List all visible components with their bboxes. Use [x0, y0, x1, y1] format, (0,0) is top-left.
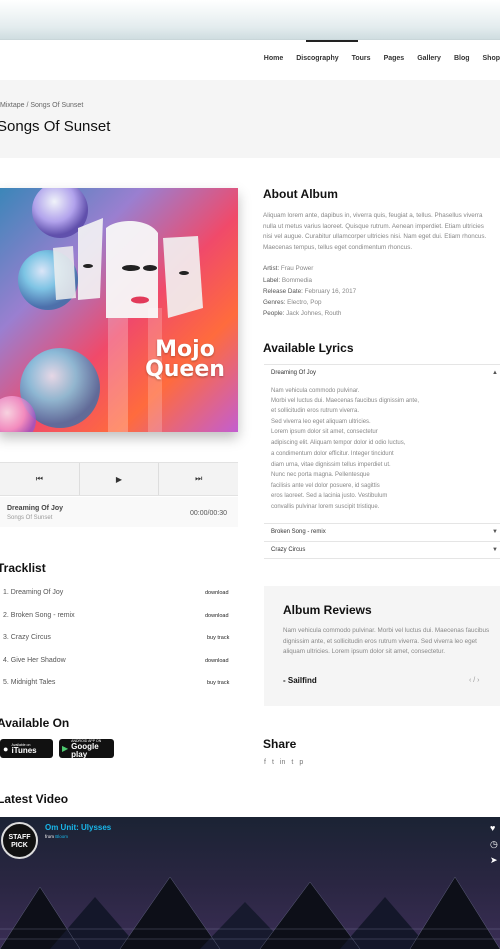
- nav-item-discography[interactable]: Discography: [296, 55, 338, 62]
- audio-player-controls: ⏮ ▶ ⏭: [0, 462, 238, 496]
- clock-icon[interactable]: ◷: [490, 839, 498, 850]
- chevron-down-icon: ▼: [492, 529, 498, 535]
- lyric-line: facilisis ante vel dolor posuere, id sag…: [271, 483, 380, 489]
- review-nav-arrows[interactable]: ‹ / ›: [469, 677, 480, 684]
- download-link[interactable]: download: [205, 590, 229, 596]
- video-author: from Bloom: [45, 834, 69, 839]
- lyrics-item-title: Broken Song - remix: [271, 529, 326, 535]
- now-playing-title: Dreaming Of Joy: [7, 505, 64, 512]
- page-title: Songs Of Sunset: [0, 118, 111, 135]
- share-icon[interactable]: ➤: [490, 855, 498, 866]
- apple-icon: ●: [3, 743, 9, 754]
- lyric-line: Sed viverra leo eget aliquam ultricies.: [271, 419, 371, 425]
- twitter-icon[interactable]: t: [272, 759, 274, 766]
- album-cover-art: [0, 188, 203, 432]
- nav-item-home[interactable]: Home: [264, 55, 283, 62]
- google-play-button[interactable]: ▶ ANDROID APP ON Google play: [59, 739, 114, 758]
- top-banner: [0, 0, 500, 40]
- heart-icon[interactable]: ♥: [490, 823, 495, 833]
- next-track-button[interactable]: ⏭: [159, 463, 238, 495]
- album-cover: [0, 188, 238, 432]
- lyric-line: Morbi vel luctus dui. Maecenas faucibus …: [271, 398, 420, 404]
- latest-video-heading: Latest Video: [0, 792, 69, 806]
- nav-item-gallery[interactable]: Gallery: [417, 55, 441, 62]
- video-player[interactable]: [0, 817, 500, 949]
- video-title[interactable]: Om Unit: Ulysses: [45, 823, 111, 832]
- track-item[interactable]: 5. Midnight Tales: [3, 679, 55, 686]
- staff-pick-badge: STAFF PICK: [1, 822, 38, 859]
- nav-menu: Home Discography Tours Pages Gallery Blo…: [264, 55, 500, 62]
- playback-time: 00:00/00:30: [190, 510, 227, 517]
- nav-active-indicator: [306, 40, 358, 42]
- tumblr-icon[interactable]: t: [291, 759, 293, 766]
- meta-people: People: Jack Johnes, Routh: [263, 310, 342, 317]
- lyric-line: eros laoreet. Sed a lacinia justo. Vesti…: [271, 493, 388, 499]
- previous-track-button[interactable]: ⏮: [0, 463, 80, 495]
- lyric-line: diam urna, vitae dignissim tellus imperd…: [271, 462, 391, 468]
- lyrics-item-title: Crazy Circus: [271, 547, 306, 553]
- chevron-up-icon: ▲: [492, 370, 498, 376]
- lyrics-accordion-item[interactable]: Crazy Circus ▼: [264, 541, 500, 559]
- meta-release-date: Release Date: February 16, 2017: [263, 288, 357, 295]
- nav-item-tours[interactable]: Tours: [352, 55, 371, 62]
- tracklist-heading: Tracklist: [0, 561, 46, 575]
- lyric-line: Lorem ipsum dolor sit amet, consectetur: [271, 429, 378, 435]
- breadcrumb[interactable]: Mixtape / Songs Of Sunset: [0, 102, 83, 109]
- nav-item-blog[interactable]: Blog: [454, 55, 470, 62]
- play-icon: ▶: [115, 474, 123, 484]
- album-reviews-heading: Album Reviews: [283, 603, 372, 617]
- lyric-line: Nam vehicula commodo pulvinar.: [271, 388, 360, 394]
- lyric-line: convallis pulvinar lorem suscipit tristi…: [271, 504, 380, 510]
- skip-forward-icon: ⏭: [195, 474, 203, 483]
- lyrics-item-title: Dreaming Of Joy: [271, 370, 317, 376]
- meta-artist: Artist: Frau Power: [263, 265, 314, 272]
- play-button[interactable]: ▶: [80, 463, 160, 495]
- lyrics-accordion-item[interactable]: Broken Song - remix ▼: [264, 523, 500, 541]
- share-icons: f t in t p: [264, 759, 303, 766]
- review-text: Nam vehicula commodo pulvinar. Morbi vel…: [283, 627, 490, 655]
- download-link[interactable]: download: [205, 658, 229, 664]
- track-item[interactable]: 3. Crazy Circus: [3, 634, 51, 641]
- nav-item-shop[interactable]: Shop: [483, 55, 500, 62]
- lyric-line: Nunc nec porta magna. Pellentesque: [271, 472, 370, 478]
- track-item[interactable]: 4. Give Her Shadow: [3, 657, 66, 664]
- buy-track-link[interactable]: buy track: [207, 680, 229, 686]
- lyric-line: a condimentum dolor efficitur. Integer t…: [271, 451, 394, 457]
- share-heading: Share: [263, 737, 297, 751]
- now-playing-album: Songs Of Sunset: [7, 515, 53, 521]
- track-item[interactable]: 1. Dreaming Of Joy: [3, 589, 63, 596]
- review-author: - Sailfind: [283, 676, 317, 685]
- facebook-icon[interactable]: f: [264, 759, 266, 766]
- lyric-line: et sollicitudin eros rutrum viverra.: [271, 408, 360, 414]
- video-thumbnail: [0, 876, 500, 949]
- track-item[interactable]: 2. Broken Song - remix: [3, 612, 75, 619]
- about-album-heading: About Album: [263, 187, 338, 201]
- linkedin-icon[interactable]: in: [280, 759, 285, 766]
- lyrics-heading: Available Lyrics: [263, 341, 354, 355]
- nav-item-pages[interactable]: Pages: [384, 55, 405, 62]
- album-cover-title: Mojo Queen: [145, 337, 225, 382]
- about-album-text: Aliquam lorem ante, dapibus in, viverra …: [263, 212, 487, 251]
- download-link[interactable]: download: [205, 613, 229, 619]
- buy-track-link[interactable]: buy track: [207, 635, 229, 641]
- itunes-button[interactable]: ● Available on iTunes: [0, 739, 53, 758]
- available-on-heading: Available On: [0, 716, 70, 730]
- meta-label: Label: Bommedia: [263, 277, 313, 284]
- lyrics-accordion-open[interactable]: Dreaming Of Joy ▲: [264, 364, 500, 382]
- pinterest-icon[interactable]: p: [299, 759, 303, 766]
- lyric-line: adipiscing elit. Aliquam tempor dolor id…: [271, 440, 406, 446]
- skip-back-icon: ⏮: [35, 474, 43, 483]
- meta-genres: Genres: Electro, Pop: [263, 299, 322, 306]
- chevron-down-icon: ▼: [492, 547, 498, 553]
- google-play-icon: ▶: [62, 744, 69, 753]
